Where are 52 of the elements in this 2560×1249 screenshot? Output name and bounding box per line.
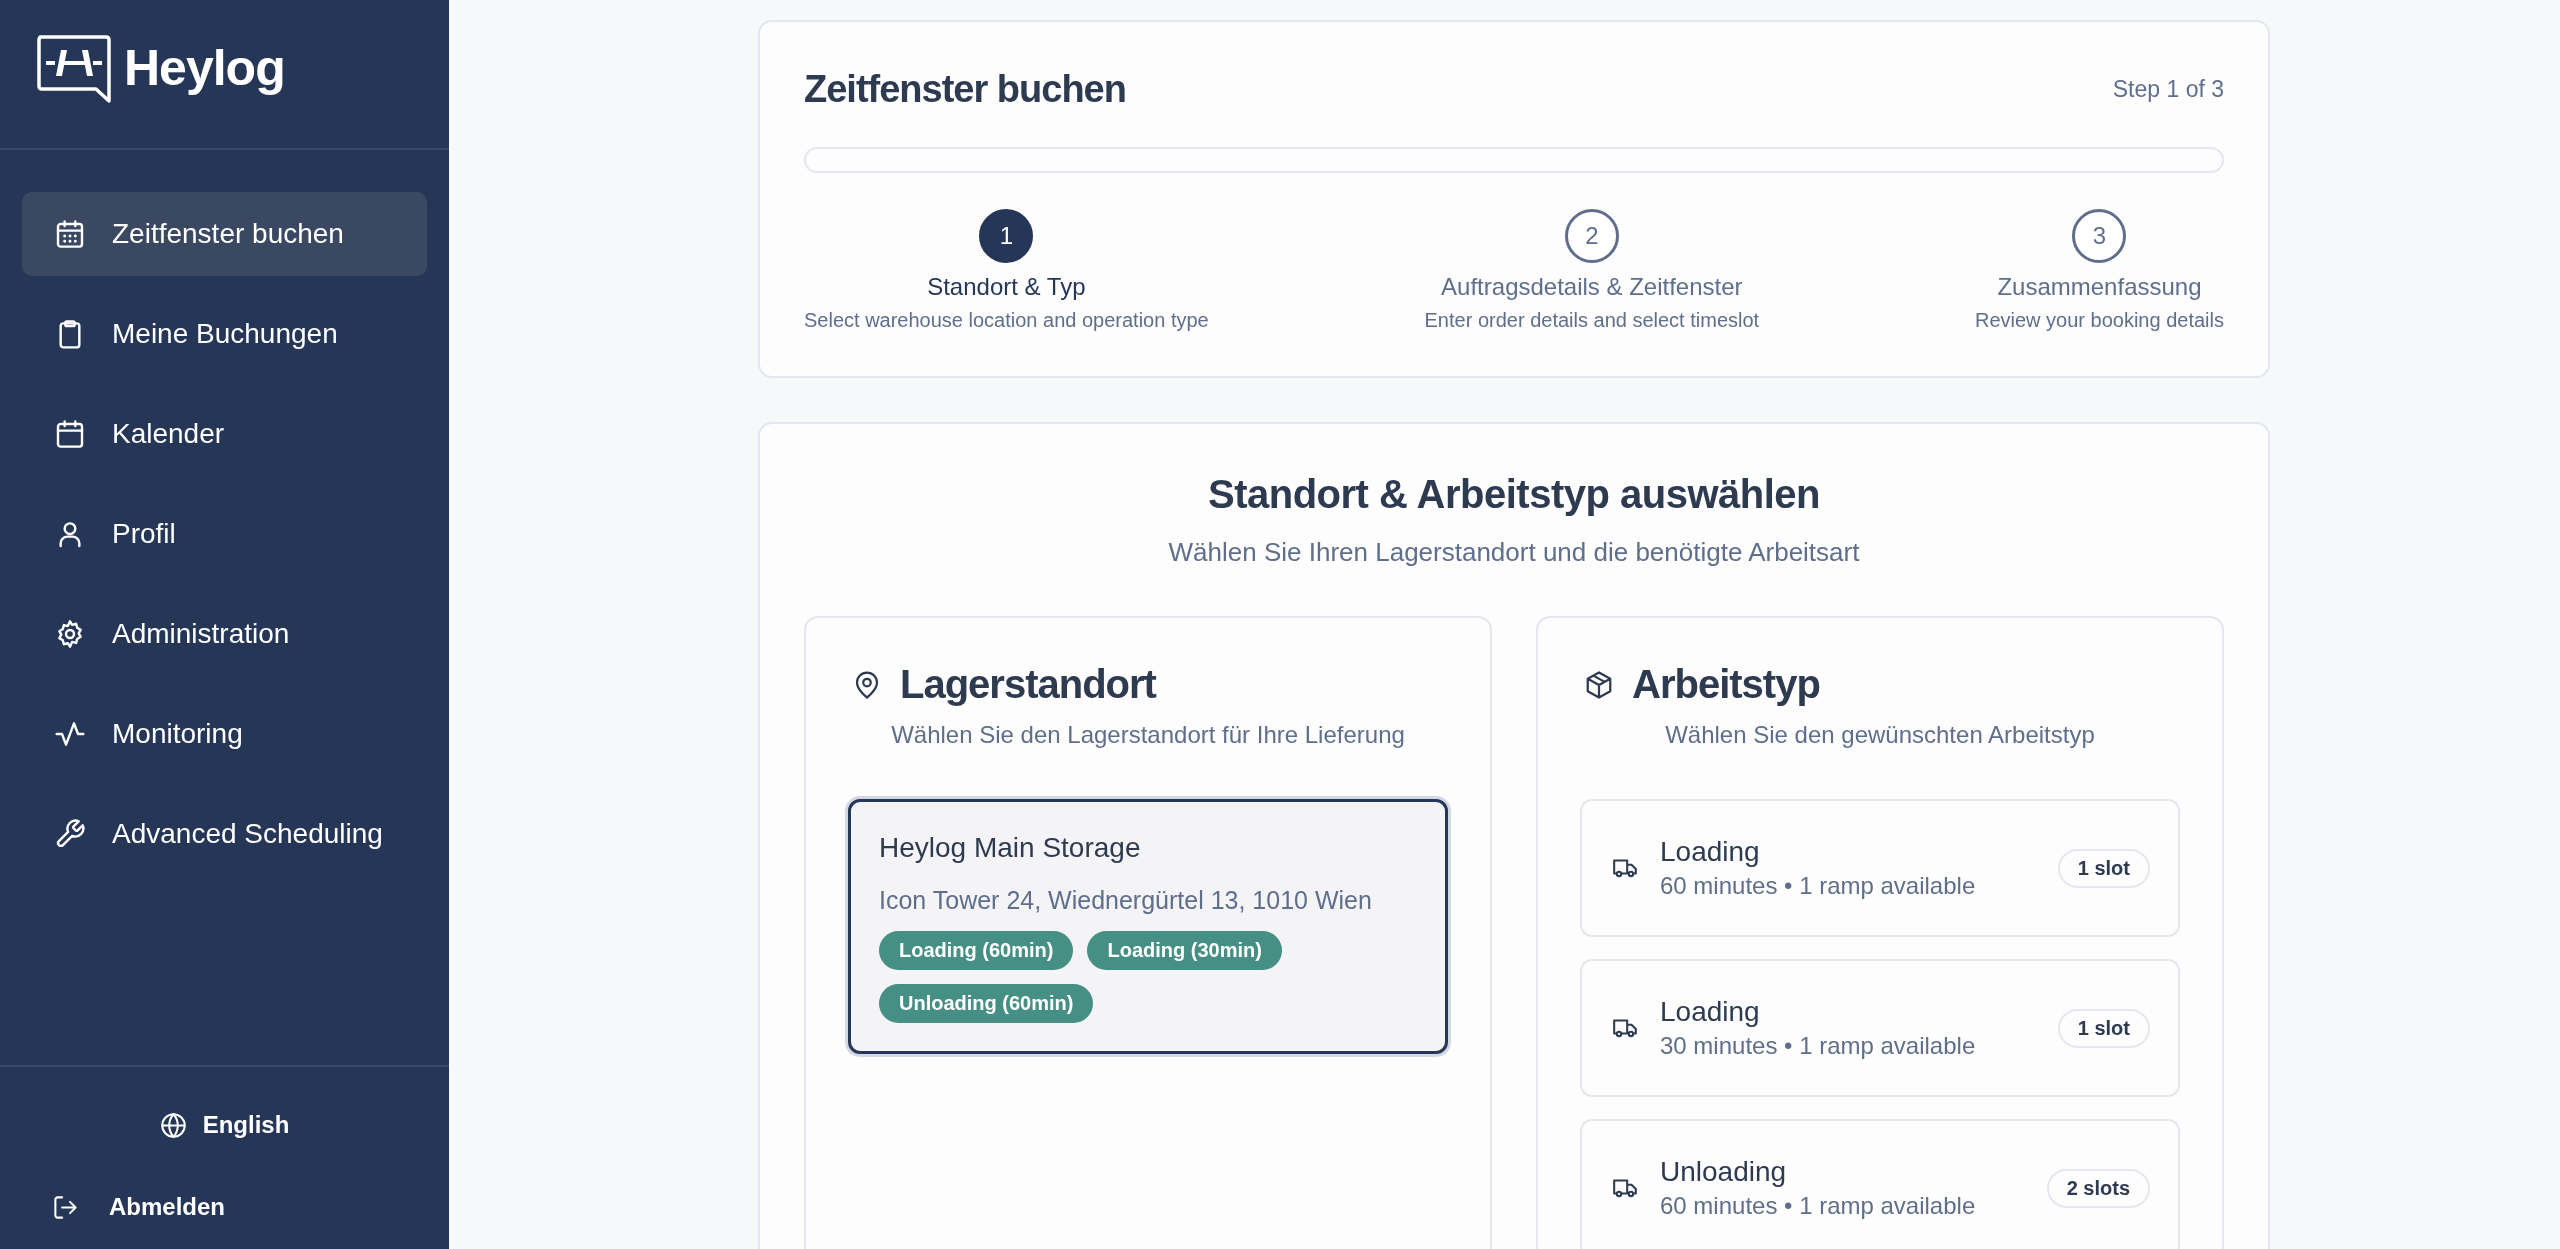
work-type-option[interactable]: Loading 60 minutes • 1 ramp available 1 slot <box>1580 799 2180 937</box>
step-label: Standort & Typ <box>927 273 1086 301</box>
step-label: Auftragsdetails & Zeitfenster <box>1441 273 1743 301</box>
nav-item[interactable]: Profil <box>22 492 427 576</box>
wrench-icon <box>54 818 86 850</box>
location-address: Icon Tower 24, Wiednergürtel 13, 1010 Wien <box>879 886 1373 915</box>
operation-tag: Unloading (60min) <box>879 984 1094 1023</box>
calendar-icon <box>54 218 86 250</box>
work-type-name: Loading <box>1660 996 1761 1028</box>
panel-subtitle: Wählen Sie den Lagerstandort für Ihre Lieferung <box>890 721 1406 749</box>
nav-item[interactable]: Administration <box>22 592 427 676</box>
calendar-icon <box>54 418 86 450</box>
panel-subtitle: Wählen Sie den gewünschten Arbeitstyp <box>1664 721 2096 749</box>
slot-count: 1 slot <box>2057 1008 2150 1048</box>
step-number: 3 <box>2072 209 2127 263</box>
slot-count: 2 slots <box>2046 1168 2150 1208</box>
step-label: Zusammenfassung <box>1997 273 2202 301</box>
logout-icon <box>52 1193 79 1221</box>
panel-title: Arbeitstyp <box>1632 662 1820 707</box>
step-counter: Step 1 of 3 <box>2112 76 2224 103</box>
location-name: Heylog Main Storage <box>879 832 1142 864</box>
work-type-option[interactable]: Unloading 60 minutes • 1 ramp available 2 slots <box>1580 1119 2180 1249</box>
nav-item[interactable]: Monitoring <box>22 692 427 776</box>
location-option[interactable]: Heylog Main Storage Icon Tower 24, Wiednergürtel 13, 1010 Wien Loading (60min) Loading (30min) Unloading (60min) <box>848 799 1448 1054</box>
step-number: 1 <box>979 209 1034 263</box>
operation-tag: Loading (30min) <box>1087 931 1282 970</box>
work-type-details: 60 minutes • 1 ramp available <box>1660 1192 1977 1220</box>
work-type-name: Loading <box>1660 836 1761 868</box>
step-description: Review your booking details <box>1974 309 2224 332</box>
language-button[interactable]: English <box>0 1067 449 1145</box>
operation-tag: Loading (60min) <box>879 931 1074 970</box>
globe-icon <box>159 1111 187 1139</box>
logout-button[interactable]: Abmelden <box>0 1145 449 1227</box>
nav-item[interactable]: Zeitfenster buchen <box>22 192 427 276</box>
brand-name: Heylog <box>124 39 285 98</box>
section-subtitle: Wählen Sie Ihren Lagerstandort und die benötigte Arbeitsart <box>1167 537 1861 568</box>
step-number: 2 <box>1564 209 1619 263</box>
section-title: Standort & Arbeitstyp auswählen <box>1207 472 1821 517</box>
package-icon <box>1584 669 1614 700</box>
slot-count: 1 slot <box>2057 848 2150 888</box>
nav-item[interactable]: Meine Buchungen <box>22 292 427 376</box>
logo-icon <box>36 34 112 104</box>
step-description: Select warehouse location and operation type <box>804 309 1209 332</box>
panel-title: Lagerstandort <box>900 662 1156 707</box>
page-title: Zeitfenster buchen <box>804 68 1126 111</box>
work-type-details: 30 minutes • 1 ramp available <box>1660 1032 1977 1060</box>
step-description: Enter order details and select timeslot <box>1424 309 1760 332</box>
nav-item[interactable]: Kalender <box>22 392 427 476</box>
work-type-option[interactable]: Loading 30 minutes • 1 ramp available 1 slot <box>1580 959 2180 1097</box>
work-type-name: Unloading <box>1660 1156 1788 1188</box>
nav-item[interactable]: Advanced Scheduling <box>22 792 427 876</box>
work-type-details: 60 minutes • 1 ramp available <box>1660 872 1977 900</box>
